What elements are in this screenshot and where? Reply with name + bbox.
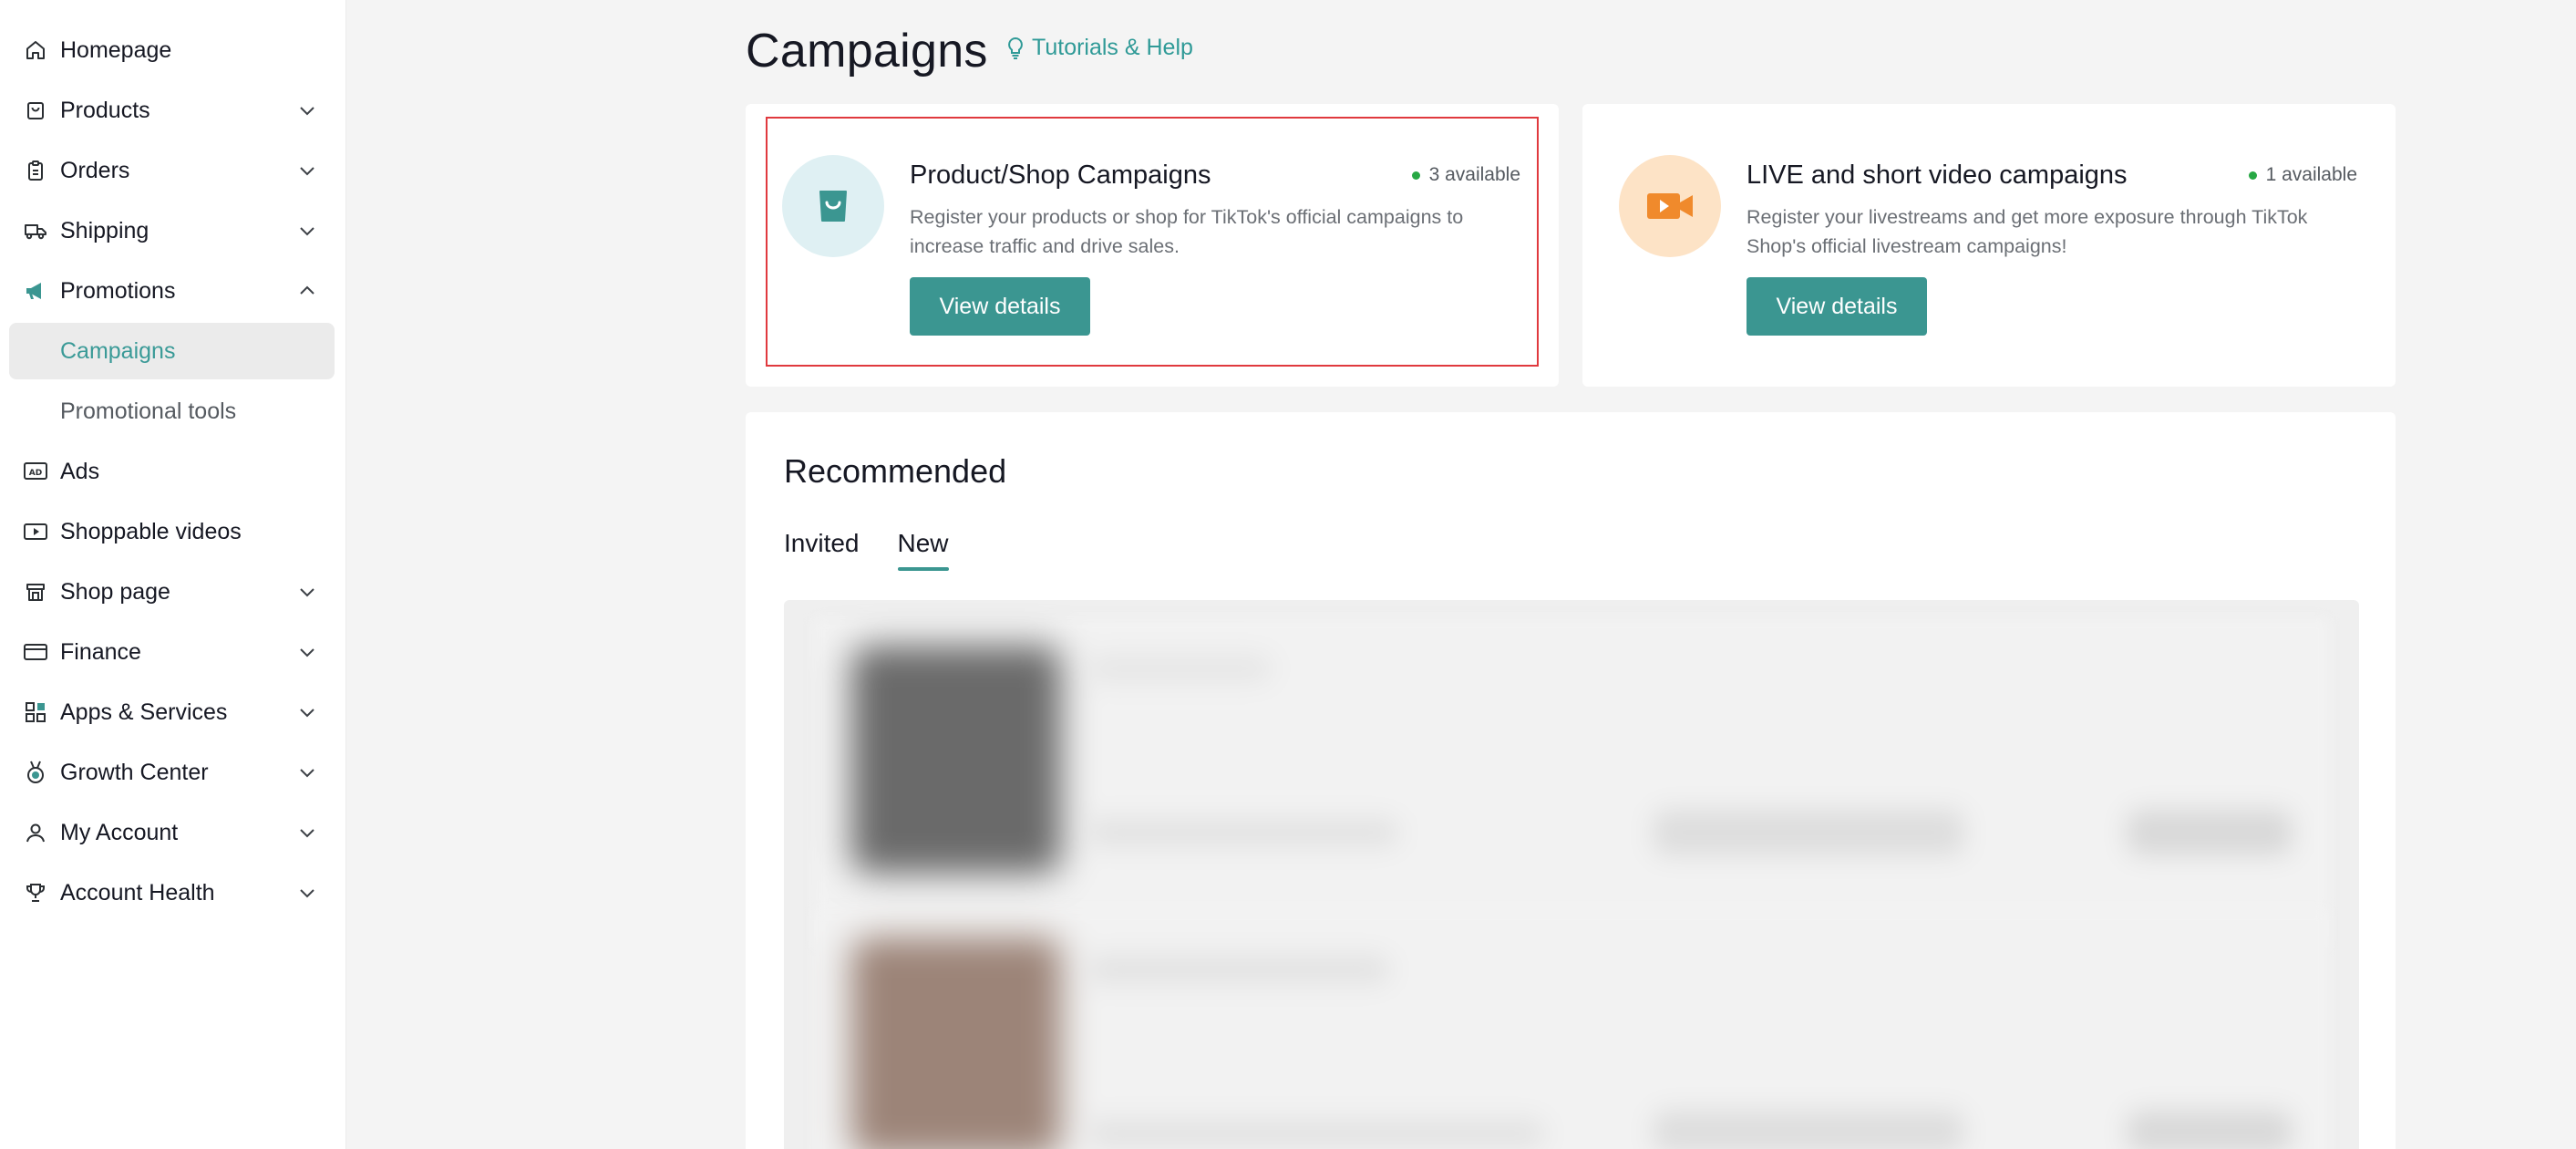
blurred-text: [1088, 956, 1389, 983]
section-title: Recommended: [784, 452, 1007, 490]
sidebar-item-label: Account Health: [60, 879, 215, 906]
tab-invited[interactable]: Invited: [784, 529, 860, 571]
blurred-text: [1654, 1111, 1963, 1149]
status-dot-icon: [2248, 171, 2257, 180]
sidebar-item-label: Orders: [60, 157, 130, 183]
blurred-button: [2128, 1111, 2292, 1149]
chevron-down-icon: [300, 829, 314, 838]
sidebar-item-homepage[interactable]: Homepage: [9, 22, 335, 78]
sidebar-item-promotions[interactable]: Promotions: [9, 263, 335, 319]
availability-badge: 3 available: [1411, 164, 1520, 186]
sidebar-item-label: Products: [60, 97, 150, 123]
chevron-down-icon: [300, 709, 314, 718]
medal-icon: [24, 761, 47, 784]
chevron-down-icon: [300, 227, 314, 236]
status-dot-icon: [1411, 171, 1420, 180]
chevron-down-icon: [300, 107, 314, 116]
megaphone-icon: [24, 279, 47, 303]
sidebar-item-label: Apps & Services: [60, 699, 228, 725]
sidebar-item-label: Shop page: [60, 578, 170, 605]
sidebar-item-products[interactable]: Products: [9, 82, 335, 139]
chevron-down-icon: [300, 648, 314, 657]
chevron-down-icon: [300, 889, 314, 898]
sidebar-item-label: My Account: [60, 819, 179, 845]
sidebar-item-campaigns[interactable]: Campaigns: [9, 323, 335, 379]
chevron-down-icon: [300, 769, 314, 778]
blurred-thumbnail: [851, 646, 1061, 874]
sidebar-item-label: Homepage: [60, 36, 172, 63]
sidebar-item-shop-page[interactable]: Shop page: [9, 564, 335, 620]
sidebar-item-label: Growth Center: [60, 759, 209, 785]
sidebar-item-label: Promotions: [60, 277, 176, 304]
recommended-section: Recommended Invited New: [746, 412, 2396, 1149]
sidebar-item-account-health[interactable]: Account Health: [9, 864, 335, 921]
card-description: Register your products or shop for TikTo…: [910, 206, 1464, 257]
sidebar-item-my-account[interactable]: My Account: [9, 804, 335, 861]
apps-icon: [24, 700, 47, 724]
blurred-thumbnail: [851, 937, 1061, 1149]
recommended-list: [784, 600, 2359, 1149]
sidebar-item-promotional-tools[interactable]: Promotional tools: [9, 383, 335, 440]
recommended-tabs: Invited New: [784, 529, 987, 571]
user-icon: [24, 821, 47, 844]
product-shop-campaigns-card: Product/Shop Campaigns 3 available Regis…: [746, 104, 1559, 387]
video-camera-icon: [1619, 155, 1721, 257]
shopping-bag-icon: [782, 155, 884, 257]
chevron-down-icon: [300, 588, 314, 597]
help-link-label: Tutorials & Help: [1032, 35, 1193, 60]
trophy-icon: [24, 881, 47, 905]
sidebar-item-label: Shoppable videos: [60, 518, 242, 544]
ad-icon: AD: [24, 460, 47, 483]
sidebar: Homepage Products Orders Shipping Promot…: [0, 0, 346, 1149]
list-item[interactable]: [815, 910, 2328, 1149]
card-title: LIVE and short video campaigns: [1747, 160, 2128, 190]
sidebar-item-label: Ads: [60, 458, 100, 484]
page-title: Campaigns: [746, 25, 988, 78]
chevron-up-icon: [300, 285, 314, 295]
sidebar-item-shoppable-videos[interactable]: Shoppable videos: [9, 503, 335, 560]
view-details-button[interactable]: View details: [910, 277, 1090, 336]
blurred-text: [1654, 810, 1963, 855]
sidebar-item-growth-center[interactable]: Growth Center: [9, 744, 335, 801]
sidebar-item-orders[interactable]: Orders: [9, 142, 335, 199]
blurred-text: [1088, 1120, 1544, 1147]
sidebar-item-label: Finance: [60, 638, 141, 665]
availability-count: 3 available: [1428, 164, 1520, 185]
availability-badge: 1 available: [2248, 164, 2357, 186]
view-details-button[interactable]: View details: [1747, 277, 1927, 336]
card-description: Register your livestreams and get more e…: [1747, 206, 2308, 257]
home-icon: [24, 38, 47, 62]
lightbulb-icon: [1008, 36, 1023, 59]
blurred-text: [1088, 655, 1271, 682]
clipboard-icon: [24, 159, 47, 182]
blurred-text: [1088, 819, 1398, 846]
video-icon: [24, 520, 47, 543]
chevron-down-icon: [300, 167, 314, 176]
tab-new[interactable]: New: [897, 529, 949, 571]
blurred-button: [2128, 810, 2292, 855]
sidebar-item-finance[interactable]: Finance: [9, 624, 335, 680]
card-title: Product/Shop Campaigns: [910, 160, 1211, 190]
list-item[interactable]: [815, 618, 2328, 947]
tutorials-help-link[interactable]: Tutorials & Help: [1006, 35, 1193, 61]
card-icon: [24, 640, 47, 664]
product-bag-icon: [24, 98, 47, 122]
sidebar-item-label: Shipping: [60, 217, 149, 243]
truck-icon: [24, 219, 47, 243]
sidebar-item-shipping[interactable]: Shipping: [9, 202, 335, 259]
live-video-campaigns-card: LIVE and short video campaigns 1 availab…: [1582, 104, 2396, 387]
sidebar-item-ads[interactable]: AD Ads: [9, 443, 335, 500]
svg-text:AD: AD: [29, 469, 42, 478]
sidebar-item-apps-services[interactable]: Apps & Services: [9, 684, 335, 740]
availability-count: 1 available: [2265, 164, 2357, 185]
shop-icon: [24, 580, 47, 604]
